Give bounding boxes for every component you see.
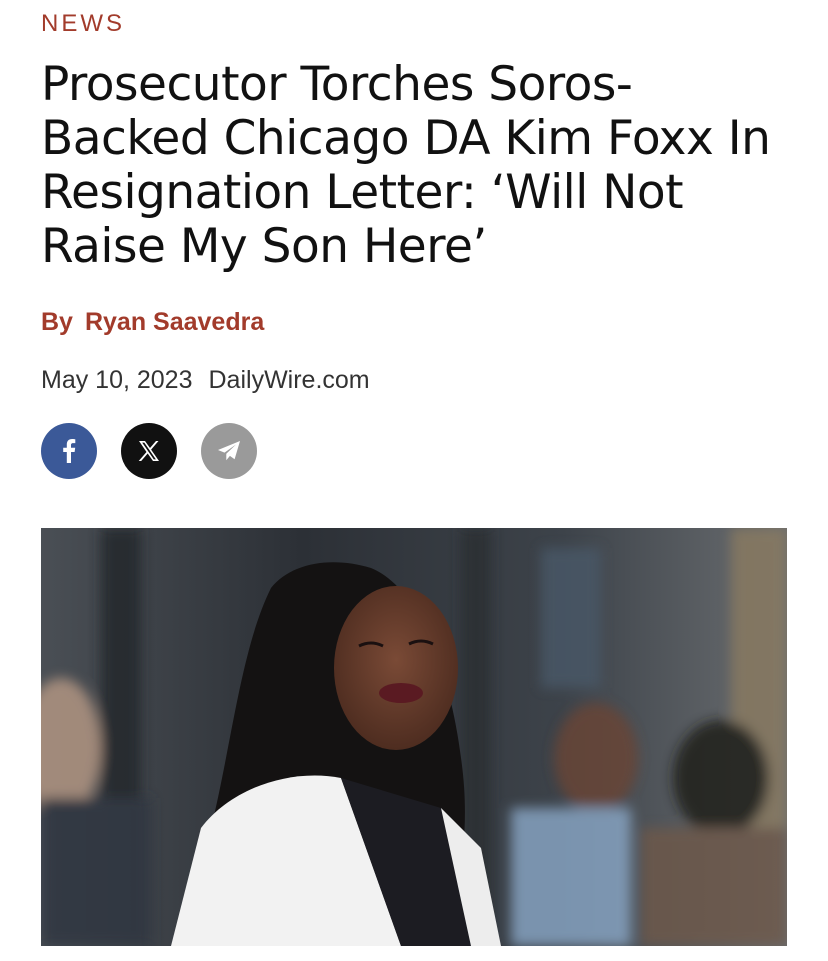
- share-bar: [41, 423, 257, 479]
- article-meta: May 10, 2023 DailyWire.com: [41, 366, 370, 395]
- hero-photo: [41, 528, 787, 946]
- author-link[interactable]: Ryan Saavedra: [85, 308, 264, 336]
- byline: By Ryan Saavedra: [41, 308, 264, 337]
- publish-date: May 10, 2023: [41, 366, 193, 394]
- category-label[interactable]: NEWS: [41, 10, 125, 38]
- x-icon: [138, 441, 159, 461]
- hero-image: [41, 528, 787, 946]
- facebook-icon: [63, 439, 76, 463]
- facebook-share-button[interactable]: [41, 423, 97, 479]
- article-headline: Prosecutor Torches Soros-Backed Chicago …: [41, 57, 771, 274]
- source-name: DailyWire.com: [208, 366, 370, 394]
- paper-plane-icon: [218, 441, 240, 461]
- email-share-button[interactable]: [201, 423, 257, 479]
- byline-prefix: By: [41, 308, 73, 336]
- x-share-button[interactable]: [121, 423, 177, 479]
